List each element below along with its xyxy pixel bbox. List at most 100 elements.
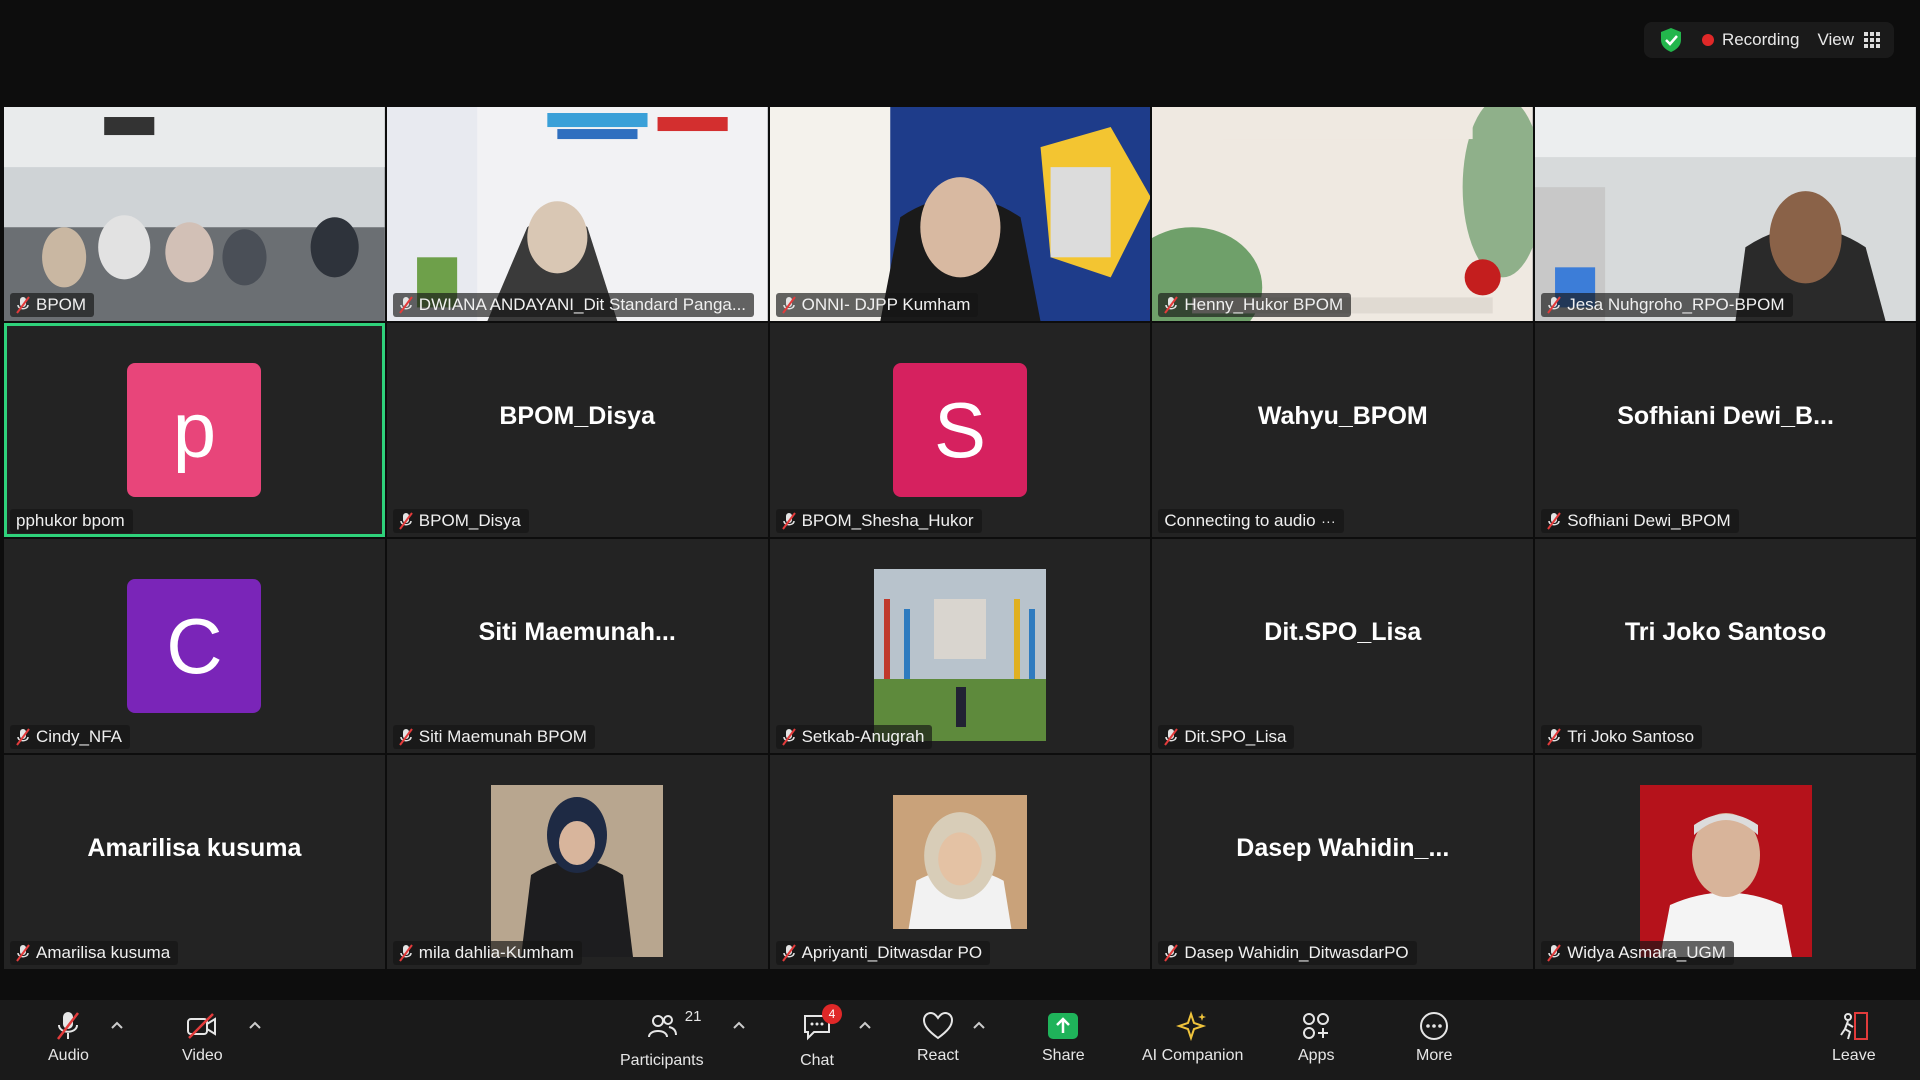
connecting-audio-status: Connecting to audio <box>1164 511 1316 530</box>
leave-label: Leave <box>1832 1047 1876 1064</box>
participant-name: Widya Asmara_UGM <box>1567 943 1726 962</box>
more-label: More <box>1416 1047 1453 1064</box>
avatar: p <box>127 363 262 497</box>
participant-name: Cindy_NFA <box>36 727 122 746</box>
grid-view-icon <box>1864 32 1880 48</box>
participant-tile[interactable]: Wahyu_BPOM Connecting to audio ∙∙∙ <box>1152 323 1534 537</box>
muted-mic-icon <box>1547 512 1561 530</box>
participant-name-label: Connecting to audio ∙∙∙ <box>1158 509 1345 533</box>
chevron-up-icon[interactable] <box>972 1020 986 1030</box>
video-feed-meeting-room <box>4 107 385 321</box>
video-feed-office <box>1535 107 1916 321</box>
video-label: Video <box>182 1047 223 1064</box>
muted-mic-icon <box>781 512 796 530</box>
participant-tile[interactable]: Sofhiani Dewi_B... Sofhiani Dewi_BPOM <box>1535 323 1916 537</box>
chevron-up-icon[interactable] <box>110 1020 124 1030</box>
recording-label: Recording <box>1721 30 1800 49</box>
chat-label: Chat <box>800 1052 834 1069</box>
participant-name-label: Apriyanti_Ditwasdar PO <box>775 941 991 965</box>
participant-display-name: BPOM_Disya <box>499 401 655 430</box>
participant-name: mila dahlia-Kumham <box>418 943 574 962</box>
recording-indicator[interactable]: Recording <box>1701 30 1800 50</box>
participant-name: Tri Joko Santoso <box>1567 727 1695 746</box>
participant-tile[interactable]: Setkab-Anugrah <box>769 539 1151 753</box>
participant-name: BPOM_Shesha_Hukor <box>801 511 974 530</box>
muted-mic-icon <box>1164 296 1179 314</box>
participant-tile[interactable]: Siti Maemunah... Siti Maemunah BPOM <box>386 539 768 753</box>
participant-tile[interactable]: Tri Joko Santoso Tri Joko Santoso <box>1535 539 1916 753</box>
participant-name-label: BPOM_Shesha_Hukor <box>775 509 982 533</box>
participants-button[interactable]: 21 Participants <box>620 1008 704 1070</box>
participant-tile[interactable]: Dit.SPO_Lisa Dit.SPO_Lisa <box>1152 539 1534 753</box>
chat-unread-badge: 4 <box>822 1004 842 1024</box>
participant-name: Sofhiani Dewi_BPOM <box>1567 511 1731 530</box>
chevron-up-icon[interactable] <box>858 1020 872 1030</box>
participant-tile[interactable]: Henny_Hukor BPOM <box>1152 107 1534 321</box>
record-dot-icon <box>1701 34 1714 46</box>
chevron-up-icon[interactable] <box>248 1020 262 1030</box>
participant-name: DWIANA ANDAYANI_Dit Standard Panga... <box>418 295 747 314</box>
participant-name-label: BPOM_Disya <box>392 509 529 533</box>
participant-display-name: Dit.SPO_Lisa <box>1264 617 1422 646</box>
participant-tile[interactable]: ONNI- DJPP Kumham <box>769 107 1151 321</box>
participant-display-name: Tri Joko Santoso <box>1624 617 1827 646</box>
participant-name-label: Jesa Nuhgroho_RPO-BPOM <box>1541 293 1793 317</box>
video-feed-virtual-background <box>386 107 768 321</box>
share-screen-button[interactable]: Share <box>1042 1010 1085 1065</box>
participant-tile[interactable]: Jesa Nuhgroho_RPO-BPOM <box>1535 107 1916 321</box>
participant-tile[interactable]: Amarilisa kusuma Amarilisa kusuma <box>4 755 385 969</box>
muted-mic-icon <box>1164 944 1179 962</box>
video-button[interactable]: Video <box>182 1010 223 1065</box>
sparkle-icon <box>1175 1010 1206 1042</box>
meeting-toolbar: Audio Video 21 Participants 4 Chat React… <box>0 1000 1920 1080</box>
apps-icon <box>1303 1013 1330 1039</box>
muted-mic-icon <box>16 296 30 314</box>
participant-tile-active-speaker[interactable]: p pphukor bpom <box>4 323 385 537</box>
participants-label: Participants <box>620 1052 704 1069</box>
participant-tile[interactable]: DWIANA ANDAYANI_Dit Standard Panga... <box>386 107 768 321</box>
participant-name-label: Siti Maemunah BPOM <box>392 725 595 749</box>
profile-photo-hijab <box>491 785 664 957</box>
participant-tile[interactable]: mila dahlia-Kumham <box>386 755 768 969</box>
participant-name-label: BPOM <box>10 293 95 317</box>
participant-name: Apriyanti_Ditwasdar PO <box>801 943 983 962</box>
participant-tile[interactable]: BPOM_Disya BPOM_Disya <box>386 323 768 537</box>
share-screen-icon <box>1048 1013 1079 1039</box>
participant-count: 21 <box>684 1008 702 1025</box>
muted-mic-icon <box>1164 728 1179 746</box>
apps-button[interactable]: Apps <box>1298 1010 1334 1065</box>
ai-companion-label: AI Companion <box>1142 1047 1244 1064</box>
heart-icon <box>922 1011 953 1040</box>
view-button[interactable]: View <box>1817 30 1880 50</box>
profile-photo-formal <box>1639 785 1812 957</box>
participant-name-label: ONNI- DJPP Kumham <box>775 293 979 317</box>
participant-tile[interactable]: C Cindy_NFA <box>4 539 385 753</box>
participant-tile[interactable]: Dasep Wahidin_... Dasep Wahidin_Ditwasda… <box>1152 755 1534 969</box>
participant-name-label: pphukor bpom <box>10 509 133 533</box>
audio-button[interactable]: Audio <box>48 1010 89 1065</box>
participant-tile[interactable]: BPOM <box>4 107 385 321</box>
participant-tile[interactable]: S BPOM_Shesha_Hukor <box>769 323 1151 537</box>
muted-mic-icon <box>398 296 413 314</box>
chat-button[interactable]: 4 Chat <box>800 1004 842 1070</box>
participant-name: BPOM_Disya <box>418 511 521 530</box>
meeting-status-bar: Recording View <box>1643 22 1894 58</box>
shield-icon[interactable] <box>1658 26 1684 54</box>
participant-name-label: Setkab-Anugrah <box>775 725 933 749</box>
participant-gallery: BPOM DWIANA ANDAYANI_Dit Standard Panga.… <box>4 107 1916 969</box>
ai-companion-button[interactable]: AI Companion <box>1142 1010 1243 1065</box>
chevron-up-icon[interactable] <box>732 1020 746 1030</box>
muted-mic-icon <box>1547 296 1561 314</box>
view-label: View <box>1817 30 1854 49</box>
apps-label: Apps <box>1298 1047 1335 1064</box>
react-button[interactable]: React <box>917 1010 959 1065</box>
participant-tile[interactable]: Widya Asmara_UGM <box>1535 755 1916 969</box>
participant-name-label: Cindy_NFA <box>10 725 130 749</box>
participant-tile[interactable]: Apriyanti_Ditwasdar PO <box>769 755 1151 969</box>
profile-photo-flags <box>873 569 1046 741</box>
more-button[interactable]: More <box>1416 1010 1452 1065</box>
video-feed-virtual-background <box>1152 107 1534 321</box>
leave-button[interactable]: Leave <box>1832 1010 1876 1065</box>
muted-mic-icon <box>57 1012 80 1040</box>
audio-label: Audio <box>48 1047 89 1064</box>
